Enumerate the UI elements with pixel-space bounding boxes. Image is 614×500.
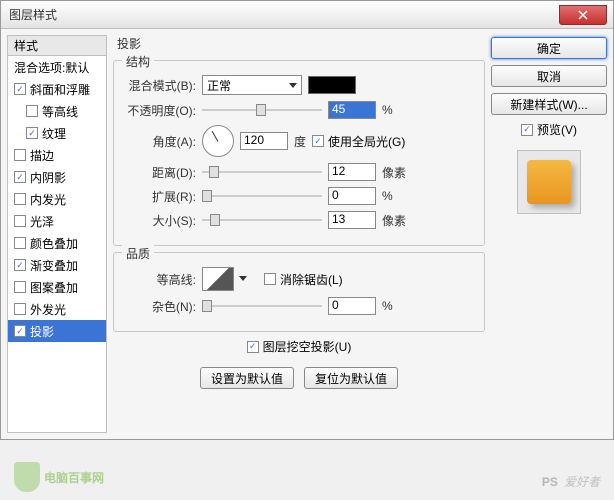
new-style-button[interactable]: 新建样式(W)...	[491, 93, 607, 115]
ok-button[interactable]: 确定	[491, 37, 607, 59]
spread-slider[interactable]	[202, 188, 322, 204]
quality-legend: 品质	[122, 245, 154, 262]
titlebar: 图层样式	[1, 1, 613, 29]
size-slider[interactable]	[202, 212, 322, 228]
checkbox-icon	[14, 193, 26, 205]
style-item-label: 颜色叠加	[30, 235, 78, 252]
noise-slider[interactable]	[202, 298, 322, 314]
angle-label: 角度(A):	[124, 133, 196, 150]
styles-header: 样式	[8, 36, 106, 56]
checkbox-icon	[26, 127, 38, 139]
spread-label: 扩展(R):	[124, 188, 196, 205]
style-item-label: 纹理	[42, 125, 66, 142]
layer-style-dialog: 图层样式 样式 混合选项:默认 斜面和浮雕等高线纹理描边内阴影内发光光泽颜色叠加…	[0, 0, 614, 440]
size-label: 大小(S):	[124, 212, 196, 229]
checkbox-icon	[264, 273, 276, 285]
opacity-label: 不透明度(O):	[124, 102, 196, 119]
global-light-checkbox[interactable]: 使用全局光(G)	[312, 133, 405, 150]
distance-input[interactable]: 12	[328, 163, 376, 181]
content: 样式 混合选项:默认 斜面和浮雕等高线纹理描边内阴影内发光光泽颜色叠加渐变叠加图…	[1, 29, 613, 439]
shield-icon	[14, 462, 40, 492]
settings-panel: 投影 结构 混合模式(B): 正常 不透明度(O): 45 %	[113, 35, 485, 433]
spread-input[interactable]: 0	[328, 187, 376, 205]
style-item[interactable]: 内阴影	[8, 166, 106, 188]
style-item-label: 内阴影	[30, 169, 66, 186]
style-item[interactable]: 渐变叠加	[8, 254, 106, 276]
style-item[interactable]: 斜面和浮雕	[8, 78, 106, 100]
window-title: 图层样式	[9, 6, 57, 23]
checkbox-icon	[247, 341, 259, 353]
distance-slider[interactable]	[202, 164, 322, 180]
size-input[interactable]: 13	[328, 211, 376, 229]
style-item-label: 外发光	[30, 301, 66, 318]
reset-default-button[interactable]: 复位为默认值	[304, 367, 398, 389]
style-item[interactable]: 颜色叠加	[8, 232, 106, 254]
angle-dial[interactable]	[202, 125, 234, 157]
structure-legend: 结构	[122, 53, 154, 70]
style-item[interactable]: 投影	[8, 320, 106, 342]
blend-options-item[interactable]: 混合选项:默认	[8, 56, 106, 78]
cancel-button[interactable]: 取消	[491, 65, 607, 87]
angle-input[interactable]: 120	[240, 132, 288, 150]
noise-label: 杂色(N):	[124, 298, 196, 315]
style-item[interactable]: 图案叠加	[8, 276, 106, 298]
contour-label: 等高线:	[124, 271, 196, 288]
structure-fieldset: 结构 混合模式(B): 正常 不透明度(O): 45 % 角度(A):	[113, 60, 485, 246]
checkbox-icon	[521, 124, 533, 136]
checkbox-icon	[14, 259, 26, 271]
checkbox-icon	[14, 303, 26, 315]
checkbox-icon	[14, 237, 26, 249]
style-item[interactable]: 内发光	[8, 188, 106, 210]
watermark: 电脑百事网 PS 爱好者	[0, 462, 614, 492]
blend-mode-dropdown[interactable]: 正常	[202, 75, 302, 95]
checkbox-icon	[14, 83, 26, 95]
style-item-label: 图案叠加	[30, 279, 78, 296]
preview-thumbnail	[517, 150, 581, 214]
shadow-color-swatch[interactable]	[308, 76, 356, 94]
checkbox-icon	[312, 135, 324, 147]
style-item-label: 斜面和浮雕	[30, 81, 90, 98]
chevron-down-icon	[289, 83, 297, 88]
style-item-label: 光泽	[30, 213, 54, 230]
set-default-button[interactable]: 设置为默认值	[200, 367, 294, 389]
close-button[interactable]	[559, 5, 607, 25]
checkbox-icon	[26, 105, 38, 117]
opacity-input[interactable]: 45	[328, 101, 376, 119]
style-item-label: 渐变叠加	[30, 257, 78, 274]
quality-fieldset: 品质 等高线: 消除锯齿(L) 杂色(N): 0 %	[113, 252, 485, 332]
close-icon	[578, 10, 588, 20]
style-item-label: 内发光	[30, 191, 66, 208]
noise-input[interactable]: 0	[328, 297, 376, 315]
preview-checkbox[interactable]: 预览(V)	[491, 121, 607, 138]
checkbox-icon	[14, 281, 26, 293]
style-item[interactable]: 等高线	[8, 100, 106, 122]
checkbox-icon	[14, 149, 26, 161]
action-panel: 确定 取消 新建样式(W)... 预览(V)	[491, 35, 607, 433]
style-item[interactable]: 纹理	[8, 122, 106, 144]
style-item[interactable]: 外发光	[8, 298, 106, 320]
distance-label: 距离(D):	[124, 164, 196, 181]
style-item[interactable]: 光泽	[8, 210, 106, 232]
style-item-label: 投影	[30, 323, 54, 340]
style-item[interactable]: 描边	[8, 144, 106, 166]
style-item-label: 描边	[30, 147, 54, 164]
style-item-label: 等高线	[42, 103, 78, 120]
antialias-checkbox[interactable]: 消除锯齿(L)	[264, 271, 343, 288]
knockout-checkbox[interactable]: 图层挖空投影(U)	[247, 338, 352, 355]
checkbox-icon	[14, 215, 26, 227]
checkbox-icon	[14, 171, 26, 183]
checkbox-icon	[14, 325, 26, 337]
section-title: 投影	[113, 35, 485, 52]
contour-picker[interactable]	[202, 267, 234, 291]
blend-mode-label: 混合模式(B):	[124, 77, 196, 94]
opacity-slider[interactable]	[202, 102, 322, 118]
styles-list: 样式 混合选项:默认 斜面和浮雕等高线纹理描边内阴影内发光光泽颜色叠加渐变叠加图…	[7, 35, 107, 433]
